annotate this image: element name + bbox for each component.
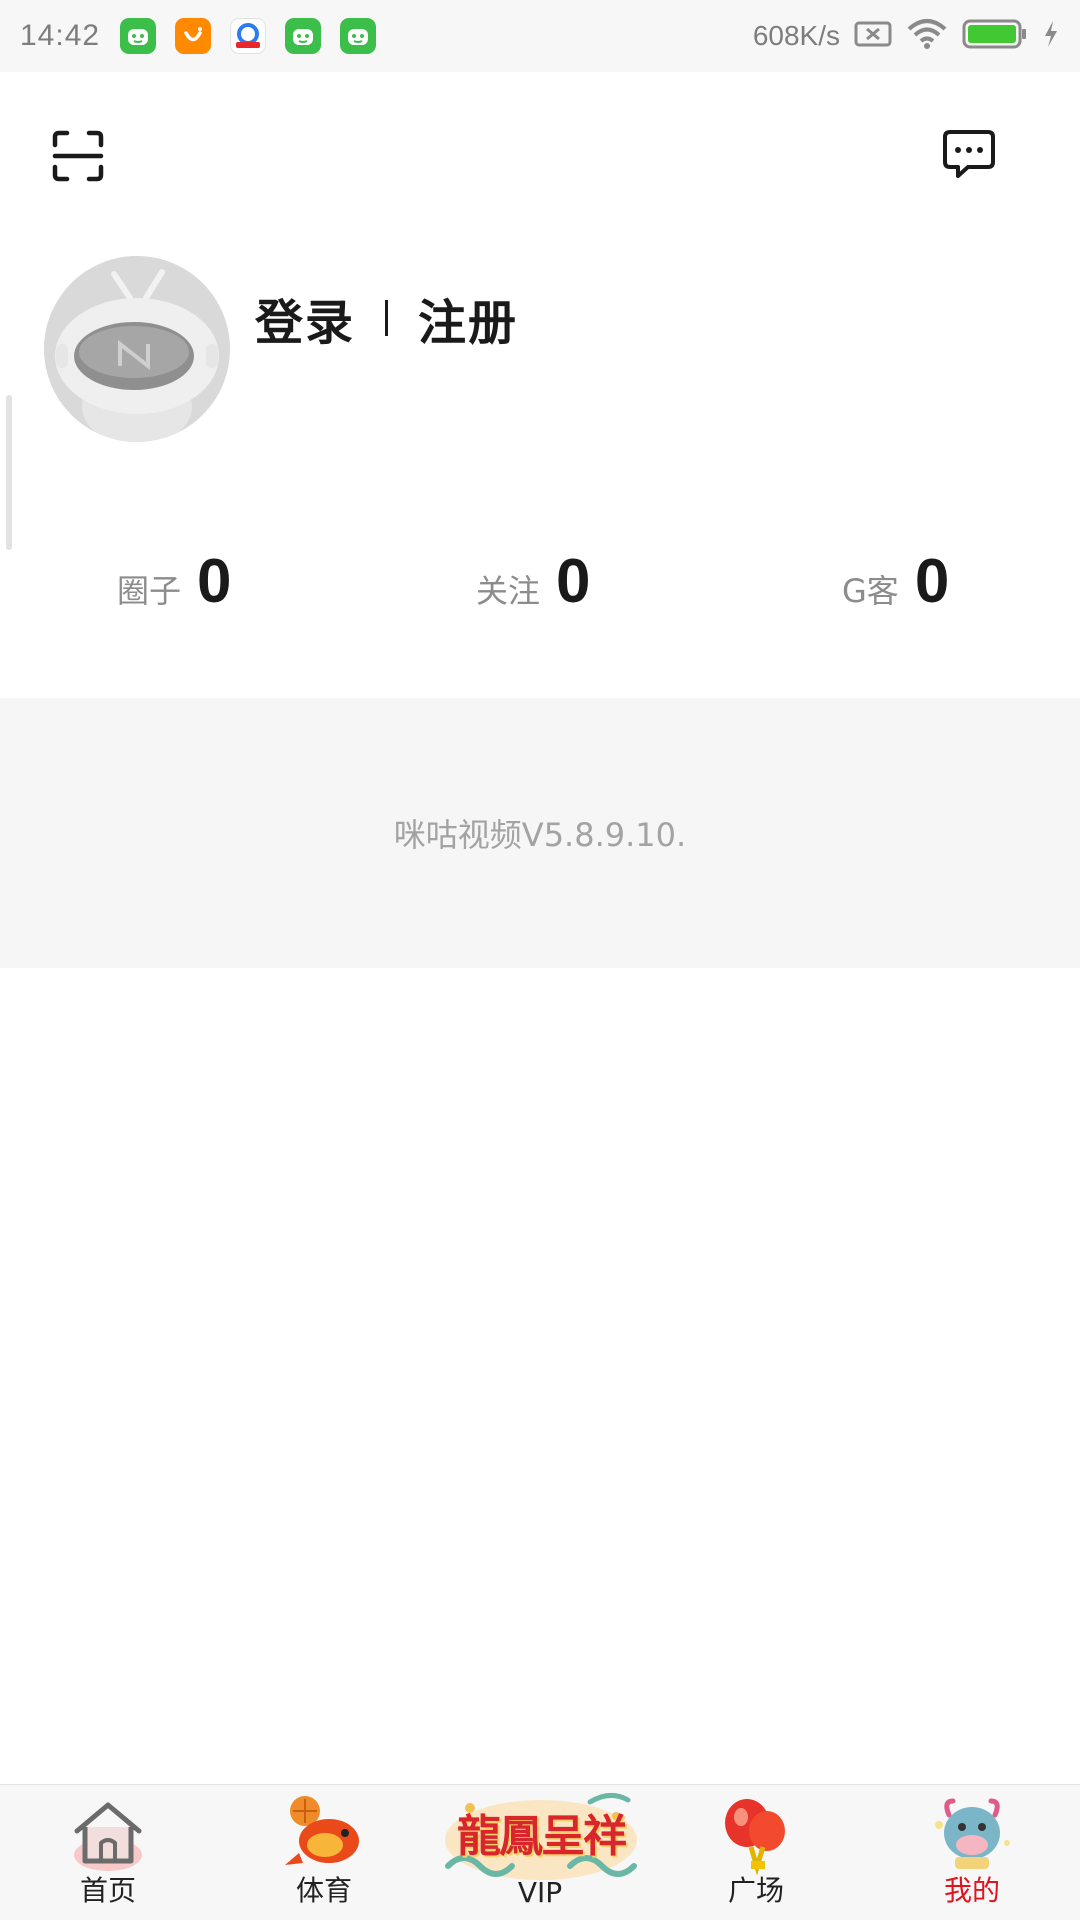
stats-row: 圈子 0 关注 0 G客 0 [0, 546, 1080, 626]
mine-ox-icon [927, 1795, 1017, 1875]
app-green-icon [120, 18, 157, 54]
register-link[interactable]: 注册 [418, 283, 518, 353]
app-browser-icon [230, 18, 267, 54]
stat-label: G客 [842, 572, 899, 610]
tab-square[interactable]: 广场 [656, 1785, 856, 1920]
tab-label: 广场 [727, 1874, 784, 1907]
stat-label: 关注 [476, 572, 541, 610]
tab-label: 我的 [943, 1874, 1000, 1907]
stat-label: 圈子 [117, 572, 182, 610]
tab-label: 体育 [295, 1874, 352, 1907]
home-icon [63, 1795, 153, 1875]
avatar[interactable] [44, 256, 230, 442]
divider [385, 300, 389, 336]
scroll-indicator [6, 395, 12, 550]
charging-icon [1042, 19, 1060, 53]
stat-circles[interactable]: 圈子 0 [117, 546, 232, 617]
network-speed: 608K/s [752, 20, 840, 51]
astronaut-avatar-icon [44, 256, 230, 442]
stat-value: 0 [197, 547, 232, 616]
tab-mine[interactable]: 我的 [872, 1785, 1072, 1920]
status-time: 14:42 [20, 19, 101, 52]
login-link[interactable]: 登录 [255, 283, 355, 353]
login-register-row: 登录 注册 [255, 283, 518, 353]
wifi-icon [906, 17, 948, 55]
version-text: 咪咕视频V5.8.9.10. [393, 816, 687, 854]
tab-label: 首页 [79, 1874, 136, 1907]
sports-fish-icon [279, 1795, 369, 1875]
tab-sports[interactable]: 体育 [224, 1785, 424, 1920]
stat-following[interactable]: 关注 0 [476, 546, 591, 617]
scan-icon [52, 130, 104, 182]
status-bar: 14:42 608K/s [0, 0, 1080, 72]
stat-gke[interactable]: G客 0 [842, 546, 949, 617]
version-section: 咪咕视频V5.8.9.10. [0, 698, 1080, 968]
tab-home[interactable]: 首页 [8, 1785, 208, 1920]
status-right: 608K/s [753, 17, 1060, 55]
vip-banner[interactable]: 龍鳳呈祥 [440, 1786, 642, 1886]
vip-banner-text: 龍鳳呈祥 [457, 1811, 627, 1862]
message-button[interactable] [942, 128, 996, 182]
message-icon [943, 130, 995, 178]
square-balloon-icon [711, 1795, 801, 1876]
no-sim-icon [854, 19, 892, 53]
scan-button[interactable] [52, 130, 104, 182]
battery-icon [962, 18, 1028, 54]
stat-value: 0 [556, 547, 591, 616]
app-green-icon [340, 18, 377, 54]
app-orange-icon [175, 18, 212, 54]
stat-value: 0 [914, 547, 950, 616]
page: 14:42 608K/s 登录 注册 圈子 0 关注 0 G客 0 咪咕视频V5… [0, 0, 1080, 1920]
app-green-icon [285, 18, 322, 54]
